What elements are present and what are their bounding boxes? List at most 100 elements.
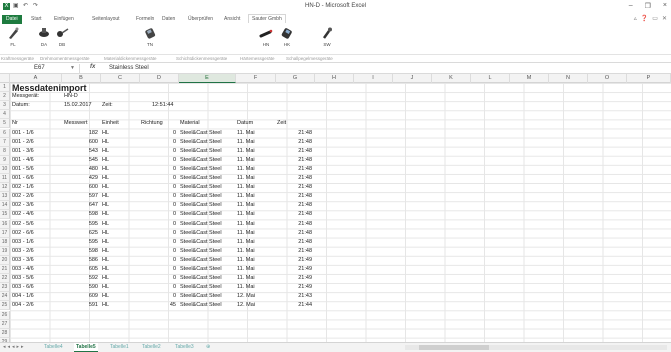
column-header[interactable]: D [140, 74, 179, 83]
cell-time[interactable]: 21:48 [276, 210, 312, 219]
cell-value[interactable]: 543 [62, 147, 98, 156]
cell-date[interactable]: 11. Mai [237, 274, 275, 283]
scrollbar-thumb[interactable] [419, 345, 489, 350]
cell-direction[interactable]: 0 [140, 138, 176, 147]
tab-sauter[interactable]: Sauter Gmbh [248, 14, 286, 23]
cell-unit[interactable]: HL [102, 210, 138, 219]
cell-direction[interactable]: 0 [140, 247, 176, 256]
column-header[interactable]: C [101, 74, 140, 83]
cell-time[interactable]: 21:49 [276, 256, 312, 265]
cell-unit[interactable]: HL [102, 192, 138, 201]
cell-material[interactable]: Steel&Cast Steel [180, 274, 236, 283]
cell-material[interactable]: Steel&Cast Steel [180, 229, 236, 238]
cell-time[interactable]: 21:48 [276, 156, 312, 165]
row-header[interactable]: 17 [0, 228, 10, 238]
cell-nr[interactable]: 001 - 2/6 [12, 138, 60, 147]
cell-material[interactable]: Steel&Cast Steel [180, 265, 236, 274]
row-header[interactable]: 19 [0, 246, 10, 256]
cell-nr[interactable]: 003 - 5/6 [12, 274, 60, 283]
cell-value[interactable]: 429 [62, 174, 98, 183]
ribbon-button-da[interactable]: DA [34, 26, 54, 47]
column-header[interactable]: O [588, 74, 627, 83]
sheet-tab-tabelle2[interactable]: Tabelle2 [142, 343, 161, 352]
cell-nr[interactable]: 002 - 2/6 [12, 192, 60, 201]
spreadsheet-grid[interactable]: A B C D E F G H I J K L M N O P 12345678… [0, 74, 671, 342]
cell-nr[interactable]: 003 - 2/6 [12, 247, 60, 256]
cell-material[interactable]: Steel&Cast Steel [180, 292, 236, 301]
name-box[interactable]: E67 ▼ [2, 64, 80, 73]
cell-time[interactable]: 21:49 [276, 274, 312, 283]
help-icon[interactable]: ❓ [641, 15, 648, 22]
ribbon-button-tn[interactable]: TN [140, 26, 160, 47]
column-header[interactable]: A [10, 74, 62, 83]
header-material[interactable]: Material [180, 119, 200, 128]
close-button[interactable]: × [663, 2, 667, 10]
cell-value[interactable]: 609 [62, 292, 98, 301]
cell-time[interactable]: 21:48 [276, 192, 312, 201]
cell-direction[interactable]: 0 [140, 283, 176, 292]
minimize-button[interactable]: – [629, 2, 633, 10]
column-header[interactable]: G [276, 74, 315, 83]
ribbon-button-fl[interactable]: FL [3, 26, 23, 47]
cell-time[interactable]: 21:48 [276, 238, 312, 247]
cell-direction[interactable]: 0 [140, 129, 176, 138]
cell-unit[interactable]: HL [102, 265, 138, 274]
cell-unit[interactable]: HL [102, 238, 138, 247]
cell-date[interactable]: 11. Mai [237, 256, 275, 265]
cell-unit[interactable]: HL [102, 165, 138, 174]
cell-unit[interactable]: HL [102, 301, 138, 310]
minimize-ribbon-icon[interactable]: ▭ [652, 15, 658, 22]
ribbon-button-sw[interactable]: SW [317, 26, 337, 47]
sheet-tab-tabelle3[interactable]: Tabelle3 [175, 343, 194, 352]
cell-date[interactable]: 11. Mai [237, 210, 275, 219]
cell-time[interactable]: 21:48 [276, 165, 312, 174]
ribbon-button-hn[interactable]: HN [256, 26, 276, 47]
cell-nr[interactable]: 002 - 1/6 [12, 183, 60, 192]
cell-date[interactable]: 11. Mai [237, 201, 275, 210]
cell-material[interactable]: Steel&Cast Steel [180, 256, 236, 265]
tab-file[interactable]: Datei [2, 15, 22, 24]
cell-unit[interactable]: HL [102, 220, 138, 229]
column-header[interactable]: I [354, 74, 393, 83]
device-label[interactable]: Messgerät: [12, 92, 39, 101]
cell-material[interactable]: Steel&Cast Steel [180, 301, 236, 310]
cell-value[interactable]: 545 [62, 156, 98, 165]
cell-material[interactable]: Steel&Cast Steel [180, 138, 236, 147]
cell-material[interactable]: Steel&Cast Steel [180, 283, 236, 292]
cell-direction[interactable]: 0 [140, 174, 176, 183]
options-icon[interactable]: ✕ [662, 15, 667, 22]
column-header[interactable]: N [549, 74, 588, 83]
cell-direction[interactable]: 0 [140, 265, 176, 274]
cell-direction[interactable]: 0 [140, 210, 176, 219]
cell-unit[interactable]: HL [102, 292, 138, 301]
cell-nr[interactable]: 001 - 4/6 [12, 156, 60, 165]
device-value[interactable]: HN-D [64, 92, 78, 101]
cell-value[interactable]: 592 [62, 274, 98, 283]
cell-direction[interactable]: 0 [140, 165, 176, 174]
header-measure[interactable]: Messwert [64, 119, 88, 128]
row-header[interactable]: 20 [0, 255, 10, 265]
row-header[interactable]: 11 [0, 174, 10, 184]
cell-direction[interactable]: 0 [140, 192, 176, 201]
row-header[interactable]: 3 [0, 101, 10, 111]
row-header[interactable]: 21 [0, 265, 10, 275]
cell-time[interactable]: 21:48 [276, 174, 312, 183]
cell-unit[interactable]: HL [102, 274, 138, 283]
row-header[interactable]: 25 [0, 301, 10, 311]
cell-material[interactable]: Steel&Cast Steel [180, 183, 236, 192]
cell-material[interactable]: Steel&Cast Steel [180, 238, 236, 247]
row-header[interactable]: 23 [0, 283, 10, 293]
cell-value[interactable]: 600 [62, 138, 98, 147]
cell-date[interactable]: 11. Mai [237, 183, 275, 192]
cell-date[interactable]: 11. Mai [237, 156, 275, 165]
cell-date[interactable]: 11. Mai [237, 165, 275, 174]
cell-value[interactable]: 591 [62, 301, 98, 310]
chevron-down-icon[interactable]: ▼ [70, 64, 75, 73]
cell-date[interactable]: 11. Mai [237, 283, 275, 292]
cell-time[interactable]: 21:48 [276, 138, 312, 147]
sheet-nav-arrows-icon[interactable]: ◂◂◂▸▸ [3, 344, 26, 350]
function-icon[interactable]: fx [90, 64, 95, 70]
header-direction[interactable]: Richtung [141, 119, 163, 128]
cell-value[interactable]: 598 [62, 247, 98, 256]
cell-time[interactable]: 21:48 [276, 147, 312, 156]
